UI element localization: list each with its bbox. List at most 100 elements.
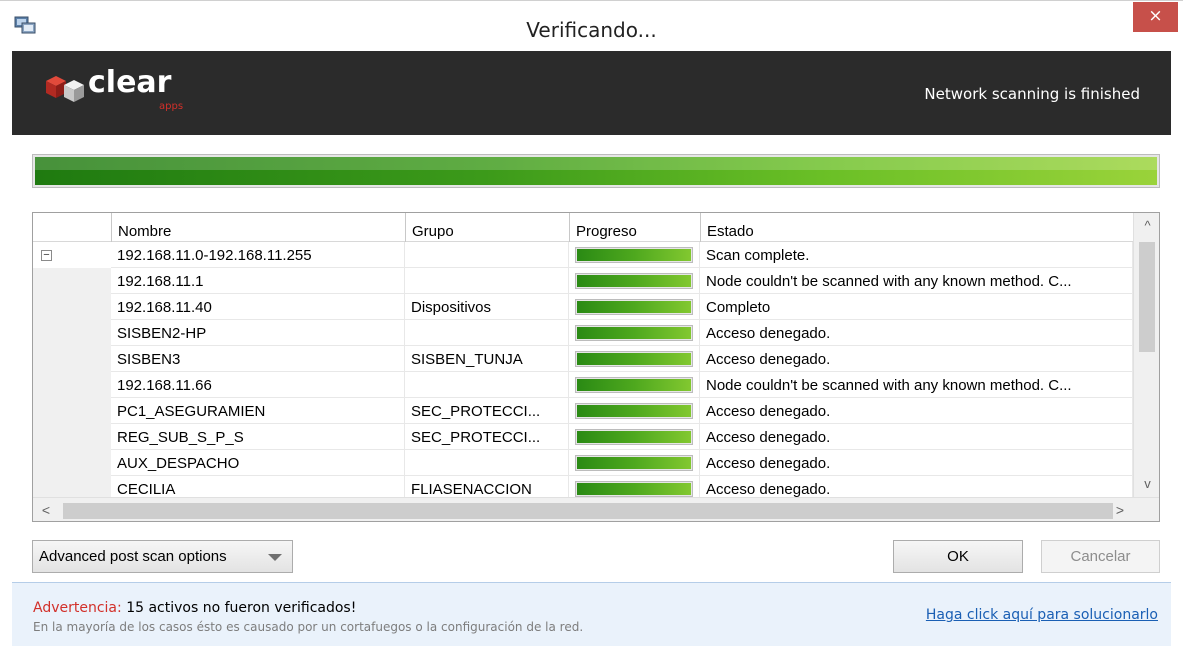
row-progress-fill (577, 457, 691, 469)
column-header-grupo[interactable]: Grupo (405, 213, 569, 242)
gutter-header (33, 213, 111, 242)
cell-grupo (405, 320, 569, 346)
scroll-up-arrow-icon[interactable]: ^ (1134, 213, 1159, 239)
scroll-left-arrow-icon[interactable]: < (33, 498, 59, 521)
cell-progreso (569, 424, 700, 450)
row-progress-fill (577, 431, 691, 443)
vertical-scroll-thumb[interactable] (1139, 242, 1155, 352)
row-progress-fill (577, 275, 691, 287)
app-header: clear apps Network scanning is finished (12, 51, 1171, 135)
advanced-post-scan-options-button[interactable]: Advanced post scan options (32, 540, 293, 573)
table-row[interactable]: 192.168.11.1 Node couldn't be scanned wit… (33, 268, 1133, 294)
vertical-scrollbar[interactable]: ^ v (1133, 213, 1159, 497)
cell-progreso (569, 450, 700, 476)
cell-estado: Completo (700, 294, 1133, 320)
cell-progreso (569, 242, 700, 268)
cell-estado: Acceso denegado. (700, 450, 1133, 476)
cell-estado: Node couldn't be scanned with any known … (700, 268, 1133, 294)
table-row[interactable]: SISBEN3 SISBEN_TUNJA Acceso denegado. (33, 346, 1133, 372)
column-header-progreso[interactable]: Progreso (569, 213, 700, 242)
table-row[interactable]: − 192.168.11.0-192.168.11.255 Scan complet… (33, 242, 1133, 268)
row-progress-fill (577, 249, 691, 261)
window-title: Verificando... (526, 18, 657, 42)
cube-logo-icon (46, 76, 84, 102)
horizontal-scroll-thumb[interactable] (63, 503, 1113, 519)
cell-progreso (569, 320, 700, 346)
cell-nombre: PC1_ASEGURAMIEN (111, 398, 405, 424)
row-progress-fill (577, 301, 691, 313)
row-gutter (33, 268, 111, 294)
row-progress-bar (575, 429, 693, 445)
overall-progress-bar (32, 154, 1160, 188)
ok-button[interactable]: OK (893, 540, 1023, 573)
table-row[interactable]: PC1_ASEGURAMIEN SEC_PROTECCI... Acceso den… (33, 398, 1133, 424)
row-gutter (33, 294, 111, 320)
row-gutter (33, 398, 111, 424)
cell-nombre: 192.168.11.0-192.168.11.255 (111, 242, 405, 268)
cell-progreso (569, 294, 700, 320)
row-progress-bar (575, 377, 693, 393)
cell-grupo: SISBEN_TUNJA (405, 346, 569, 372)
cell-progreso (569, 372, 700, 398)
row-progress-bar (575, 455, 693, 471)
table-row[interactable]: 192.168.11.40 Dispositivos Completo (33, 294, 1133, 320)
scan-status-text: Network scanning is finished (924, 85, 1140, 103)
cell-estado: Scan complete. (700, 242, 1133, 268)
cell-grupo: SEC_PROTECCI... (405, 398, 569, 424)
scroll-right-arrow-icon[interactable]: > (1107, 498, 1133, 521)
chevron-down-icon (268, 554, 282, 561)
row-progress-bar (575, 325, 693, 341)
cell-grupo (405, 372, 569, 398)
cell-estado: Acceso denegado. (700, 398, 1133, 424)
horizontal-scrollbar[interactable]: < > (33, 497, 1159, 521)
row-progress-fill (577, 327, 691, 339)
cell-nombre: REG_SUB_S_P_S (111, 424, 405, 450)
row-gutter: − (33, 242, 111, 268)
row-progress-bar (575, 247, 693, 263)
logo-text: clear (88, 65, 172, 100)
warning-panel: Advertencia: 15 activos no fueron verifi… (12, 582, 1171, 646)
title-bar: Verificando... × (0, 0, 1183, 51)
row-gutter (33, 320, 111, 346)
fix-issue-link[interactable]: Haga click aquí para solucionarlo (926, 607, 1158, 623)
cell-nombre: 192.168.11.66 (111, 372, 405, 398)
cell-nombre: SISBEN3 (111, 346, 405, 372)
scan-results-table[interactable]: Nombre Grupo Progreso Estado − 192.168.11… (32, 212, 1160, 522)
scroll-down-arrow-icon[interactable]: v (1134, 471, 1159, 497)
row-progress-fill (577, 379, 691, 391)
overall-progress-fill (35, 157, 1157, 185)
warning-label: Advertencia: (33, 600, 122, 616)
warning-detail: En la mayoría de los casos ésto es causa… (33, 620, 584, 634)
column-header-estado[interactable]: Estado (700, 213, 1133, 242)
row-progress-fill (577, 353, 691, 365)
cancel-button[interactable]: Cancelar (1041, 540, 1160, 573)
collapse-icon[interactable]: − (41, 250, 52, 261)
table-row[interactable]: 192.168.11.66 Node couldn't be scanned wi… (33, 372, 1133, 398)
table-header: Nombre Grupo Progreso Estado (33, 213, 1133, 242)
row-gutter (33, 372, 111, 398)
cell-grupo: Dispositivos (405, 294, 569, 320)
row-progress-bar (575, 273, 693, 289)
row-progress-fill (577, 405, 691, 417)
row-gutter (33, 424, 111, 450)
cell-nombre: SISBEN2-HP (111, 320, 405, 346)
cell-nombre: 192.168.11.40 (111, 294, 405, 320)
cell-progreso (569, 346, 700, 372)
advanced-button-label: Advanced post scan options (39, 548, 227, 565)
row-progress-fill (577, 483, 691, 495)
table-row[interactable]: SISBEN2-HP Acceso denegado. (33, 320, 1133, 346)
row-gutter (33, 450, 111, 476)
column-header-nombre[interactable]: Nombre (111, 213, 405, 242)
row-progress-bar (575, 299, 693, 315)
warning-message: 15 activos no fueron verificados! (126, 600, 357, 616)
cell-progreso (569, 398, 700, 424)
cell-nombre: 192.168.11.1 (111, 268, 405, 294)
table-row[interactable]: REG_SUB_S_P_S SEC_PROTECCI... Acceso deneg… (33, 424, 1133, 450)
cell-progreso (569, 268, 700, 294)
cell-nombre: AUX_DESPACHO (111, 450, 405, 476)
table-row[interactable]: AUX_DESPACHO Acceso denegado. (33, 450, 1133, 476)
cell-grupo (405, 242, 569, 268)
cell-estado: Acceso denegado. (700, 320, 1133, 346)
cell-estado: Acceso denegado. (700, 424, 1133, 450)
close-button[interactable]: × (1133, 2, 1178, 32)
